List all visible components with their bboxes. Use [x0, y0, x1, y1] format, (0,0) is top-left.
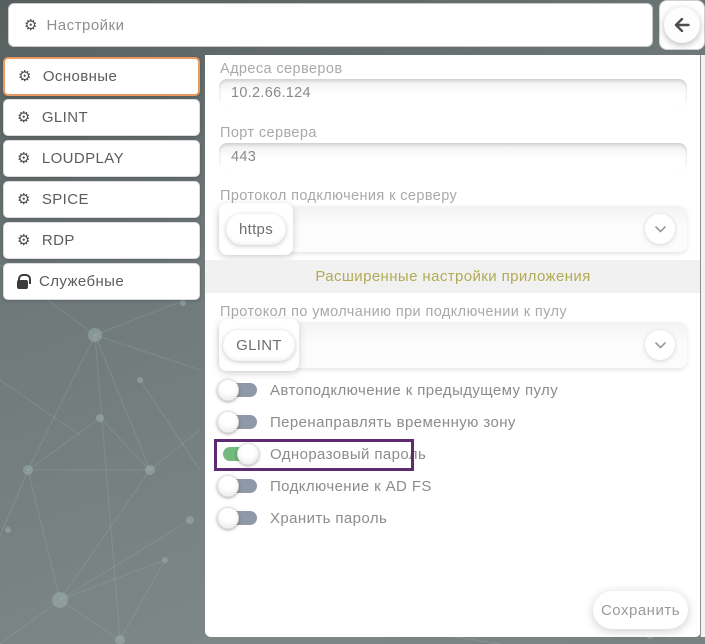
server-protocol-label: Протокол подключения к серверу [220, 188, 457, 204]
toggle-label: Автоподключение к предыдущему пулу [270, 382, 558, 399]
option-pill: GLINT [223, 330, 295, 361]
sidebar-item-rdp[interactable]: ⚙ RDP [3, 222, 200, 259]
sidebar-item-label: LOUDPLAY [42, 150, 124, 167]
page-title: Настройки [46, 17, 124, 34]
sidebar-item-label: SPICE [42, 191, 89, 208]
timezone-redirect-toggle[interactable] [219, 411, 259, 433]
server-addresses-input[interactable] [219, 79, 687, 106]
autoconnect-toggle[interactable] [219, 379, 259, 401]
server-port-input[interactable] [219, 143, 687, 170]
sidebar-item-label: Служебные [39, 273, 124, 290]
advanced-settings-header: Расширенные настройки приложения [205, 260, 701, 293]
lock-icon [17, 280, 28, 289]
server-protocol-dropdown-button[interactable] [645, 214, 675, 244]
back-button[interactable] [664, 7, 700, 43]
sidebar-item-loudplay[interactable]: ⚙ LOUDPLAY [3, 140, 200, 177]
sidebar-item-spice[interactable]: ⚙ SPICE [3, 181, 200, 218]
back-button-container [659, 0, 705, 50]
store-password-toggle[interactable] [219, 507, 259, 529]
server-addresses-label: Адреса серверов [220, 61, 342, 77]
adfs-connection-toggle[interactable] [219, 475, 259, 497]
option-pill: https [226, 214, 286, 245]
gear-icon: ⚙ [17, 192, 31, 207]
gear-icon: ⚙ [17, 233, 31, 248]
toggle-row-autoconnect[interactable]: Автоподключение к предыдущему пулу [219, 379, 558, 401]
settings-content-panel: Адреса серверов Порт сервера Протокол по… [205, 55, 701, 637]
pool-protocol-label: Протокол по умолчанию при подключении к … [220, 304, 567, 320]
sidebar-item-sluzhebnye[interactable]: Служебные [3, 263, 200, 300]
sidebar-item-glint[interactable]: ⚙ GLINT [3, 99, 200, 136]
one-time-password-toggle[interactable] [219, 443, 259, 465]
pool-protocol-selected-option[interactable]: GLINT [219, 319, 299, 371]
server-port-label: Порт сервера [220, 125, 317, 141]
gear-icon: ⚙ [24, 18, 37, 33]
toggle-row-store-password[interactable]: Хранить пароль [219, 507, 558, 529]
toggle-label: Хранить пароль [270, 510, 387, 527]
toggle-row-one-time-password[interactable]: Одноразовый пароль [219, 443, 558, 465]
toggle-label: Одноразовый пароль [270, 446, 426, 463]
save-button[interactable]: Сохранить [593, 591, 688, 629]
server-protocol-selected-option[interactable]: https [219, 203, 293, 255]
toggle-row-timezone-redirect[interactable]: Перенаправлять временную зону [219, 411, 558, 433]
server-protocol-select[interactable]: https [219, 206, 687, 252]
back-arrow-icon [674, 18, 690, 32]
scrollbar-track[interactable] [700, 55, 705, 637]
gear-icon: ⚙ [18, 69, 32, 84]
toggle-label: Подключение к AD FS [270, 478, 432, 495]
settings-title-bar: ⚙ Настройки [8, 3, 653, 47]
chevron-down-icon [655, 226, 666, 233]
chevron-down-icon [655, 342, 666, 349]
gear-icon: ⚙ [17, 151, 31, 166]
sidebar-item-label: RDP [42, 232, 75, 249]
settings-sidebar: ⚙ Основные ⚙ GLINT ⚙ LOUDPLAY ⚙ SPICE ⚙ … [3, 57, 200, 304]
gear-icon: ⚙ [17, 110, 31, 125]
sidebar-item-label: GLINT [42, 109, 88, 126]
pool-protocol-dropdown-button[interactable] [645, 330, 675, 360]
sidebar-item-label: Основные [43, 68, 117, 85]
pool-protocol-select[interactable]: GLINT [219, 322, 687, 368]
toggle-row-adfs-connection[interactable]: Подключение к AD FS [219, 475, 558, 497]
sidebar-item-osnovnye[interactable]: ⚙ Основные [3, 57, 200, 96]
toggle-label: Перенаправлять временную зону [270, 414, 516, 431]
toggle-list: Автоподключение к предыдущему пулу Перен… [219, 379, 558, 539]
